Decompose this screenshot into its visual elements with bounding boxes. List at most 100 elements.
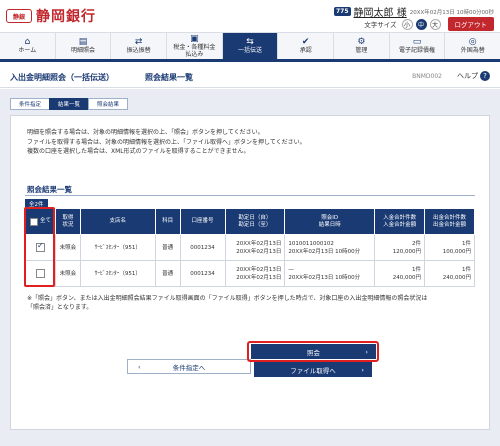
inquiry-id-cell: ― 20XX年02月13日 10時00分 xyxy=(284,260,376,287)
font-size-label: 文字サイズ xyxy=(364,21,397,29)
withdrawal-amount: 100,000円 xyxy=(442,248,471,255)
period-to: 20XX年02月13日 xyxy=(236,274,282,281)
status-cell: 未照会 xyxy=(54,234,81,261)
help-label: ヘルプ xyxy=(457,72,478,80)
select-all-label: 全て xyxy=(39,218,51,224)
chevron-left-icon: ‹ xyxy=(138,362,141,371)
withdrawal-amount: 240,000円 xyxy=(442,274,471,281)
deposit-header: 入金合計件数 入金合計金額 xyxy=(374,208,426,235)
withdrawal-count: 1件 xyxy=(462,240,471,247)
globe-icon: ◎ xyxy=(468,37,477,48)
result-time: 20XX年02月13日 10時00分 xyxy=(288,248,361,255)
nav-item-foreign-exchange[interactable]: ◎ 外国為替 xyxy=(445,33,500,59)
withdrawal-header: 出金合計件数 出金合計金額 xyxy=(424,208,475,235)
period-header: 勘定日（自） 勘定日（至） xyxy=(224,208,286,235)
period-to: 20XX年02月13日 xyxy=(236,248,282,255)
global-nav: ⌂ ホーム ▤ 明細照会 ⇄ 振込振替 ▣ 税金・各種料金 払込み ⇆ 一括伝送… xyxy=(0,32,500,62)
instruction-line: 明細を照会する場合は、対象の明細情報を選択の上、「照会」ボタンを押してください。 xyxy=(27,129,264,136)
page-header: 入出金明細照会（一括伝送） 照会結果一覧 BNMD002 ヘルプ ? xyxy=(0,66,500,88)
chevron-right-icon: › xyxy=(365,347,368,356)
period-cell: 20XX年02月13日 20XX年02月13日 xyxy=(224,234,286,261)
deposit-amount: 120,000円 xyxy=(392,248,422,255)
approval-icon: ✔ xyxy=(301,37,310,48)
main-panel: 明細を照会する場合は、対象の明細情報を選択の上、「照会」ボタンを押してください。… xyxy=(10,115,490,430)
inquiry-button[interactable]: 照会 › xyxy=(251,344,376,359)
table-header-row: 全て 取得 状況 支店名 科目 口座番号 勘定日（自） 勘定日（至） 照会ID … xyxy=(25,208,475,235)
branch-cell: ｻｰﾋﾞｽｾﾝﾀｰ（951） xyxy=(79,234,156,261)
status-cell: 未照会 xyxy=(54,260,81,287)
period-from: 20XX年02月13日 xyxy=(236,240,282,247)
transfer-icon: ⇄ xyxy=(134,37,143,48)
status-header: 取得 状況 xyxy=(54,208,81,235)
nav-item-home[interactable]: ⌂ ホーム xyxy=(0,33,56,59)
section-title: 照会結果一覧 xyxy=(27,185,72,194)
instruction-line: 複数の口座を選択した場合は、XML形式のファイルを取得することができません。 xyxy=(27,148,250,155)
type-cell: 普通 xyxy=(154,260,181,287)
result-time: 20XX年02月13日 10時00分 xyxy=(288,274,361,281)
step-conditions: 条件指定 xyxy=(10,98,51,110)
note-line: 「照会済」となります。 xyxy=(27,304,93,311)
section-divider xyxy=(25,195,475,196)
inquiry-button-label: 照会 xyxy=(307,348,320,357)
note-line: ※「照会」ボタン、または入出金明細照会結果ファイル取得画面の「ファイル取得」ボタ… xyxy=(27,295,428,302)
select-all-header[interactable]: 全て xyxy=(25,208,56,235)
nav-item-admin[interactable]: ⚙ 管理 xyxy=(334,33,390,59)
nav-label: 振込振替 xyxy=(126,47,151,55)
home-icon: ⌂ xyxy=(24,37,31,48)
back-to-conditions-button[interactable]: ‹ 条件指定へ xyxy=(127,359,251,374)
bulk-transmission-icon: ⇆ xyxy=(246,37,254,48)
account-cell: 0001234 xyxy=(179,260,226,287)
nav-label: 承認 xyxy=(299,47,312,55)
nav-item-transfer[interactable]: ⇄ 振込振替 xyxy=(111,33,168,59)
period-from: 20XX年02月13日 xyxy=(236,266,282,273)
help-link[interactable]: ヘルプ ? xyxy=(457,71,490,81)
logout-button[interactable]: ログアウト xyxy=(447,17,494,31)
font-size-medium-button[interactable]: 中 xyxy=(415,18,427,30)
step-result-list: 結果一覧 xyxy=(49,98,90,110)
row-select-cell[interactable] xyxy=(25,234,56,261)
step-inquiry-result: 照会結果 xyxy=(88,98,129,110)
period-cell: 20XX年02月13日 20XX年02月13日 xyxy=(224,260,286,287)
bank-logo[interactable]: 静銀 静岡銀行 xyxy=(6,6,96,26)
nav-label: 外国為替 xyxy=(460,47,485,55)
file-download-button[interactable]: ファイル取得へ › xyxy=(254,362,372,377)
font-size-small-button[interactable]: 小 xyxy=(401,18,413,30)
nav-item-statement[interactable]: ▤ 明細照会 xyxy=(56,33,112,59)
deposit-amount: 240,000円 xyxy=(392,274,422,281)
instructions: 明細を照会する場合は、対象の明細情報を選択の上、「照会」ボタンを押してください。… xyxy=(27,128,306,157)
select-all-checkbox[interactable] xyxy=(29,217,38,226)
nav-label: 明細照会 xyxy=(71,47,96,55)
nav-item-approval[interactable]: ✔ 承認 xyxy=(278,33,335,59)
row-select-cell[interactable] xyxy=(25,260,56,287)
help-icon: ? xyxy=(480,71,490,81)
nav-label: 電子記録債権 xyxy=(399,47,436,55)
login-time: 20XX年02月13日 10時00分00秒 xyxy=(409,9,494,16)
nav-item-bulk-transmission[interactable]: ⇆ 一括伝送 xyxy=(222,33,279,59)
withdrawal-count: 1件 xyxy=(462,266,471,273)
branch-header: 支店名 xyxy=(79,208,156,235)
statement-icon: ▤ xyxy=(78,37,88,48)
nav-label: 管理 xyxy=(355,47,368,55)
row-checkbox[interactable] xyxy=(35,242,45,252)
font-size-large-button[interactable]: 大 xyxy=(429,18,441,30)
screen-id: BNMD002 xyxy=(412,73,442,80)
account-cell: 0001234 xyxy=(179,234,226,261)
content-area: 条件指定 結果一覧 照会結果 明細を照会する場合は、対象の明細情報を選択の上、「… xyxy=(0,89,500,446)
logo-mark: 静銀 xyxy=(6,9,32,23)
table-row[interactable]: 未照会 ｻｰﾋﾞｽｾﾝﾀｰ（951） 普通 0001234 20XX年02月13… xyxy=(25,234,475,261)
table-row[interactable]: 未照会 ｻｰﾋﾞｽｾﾝﾀｰ（951） 普通 0001234 20XX年02月13… xyxy=(25,260,475,287)
e-receivables-icon: ▭ xyxy=(412,37,422,48)
step-indicator: 条件指定 結果一覧 照会結果 xyxy=(10,98,129,110)
page-subtitle: 照会結果一覧 xyxy=(145,73,193,82)
nav-label: ホーム xyxy=(18,47,37,55)
inquiry-id: ― xyxy=(288,266,294,273)
nav-item-tax-payment[interactable]: ▣ 税金・各種料金 払込み xyxy=(167,33,223,59)
type-cell: 普通 xyxy=(154,234,181,261)
gear-icon: ⚙ xyxy=(357,37,366,48)
deposit-cell: 2件 120,000円 xyxy=(374,234,426,261)
row-checkbox[interactable] xyxy=(35,269,45,278)
nav-item-e-receivables[interactable]: ▭ 電子記録債権 xyxy=(390,33,446,59)
inquiry-id-header: 照会ID 結果日時 xyxy=(284,208,376,235)
bank-name: 静岡銀行 xyxy=(36,9,96,25)
user-badge: 775 xyxy=(334,7,351,16)
